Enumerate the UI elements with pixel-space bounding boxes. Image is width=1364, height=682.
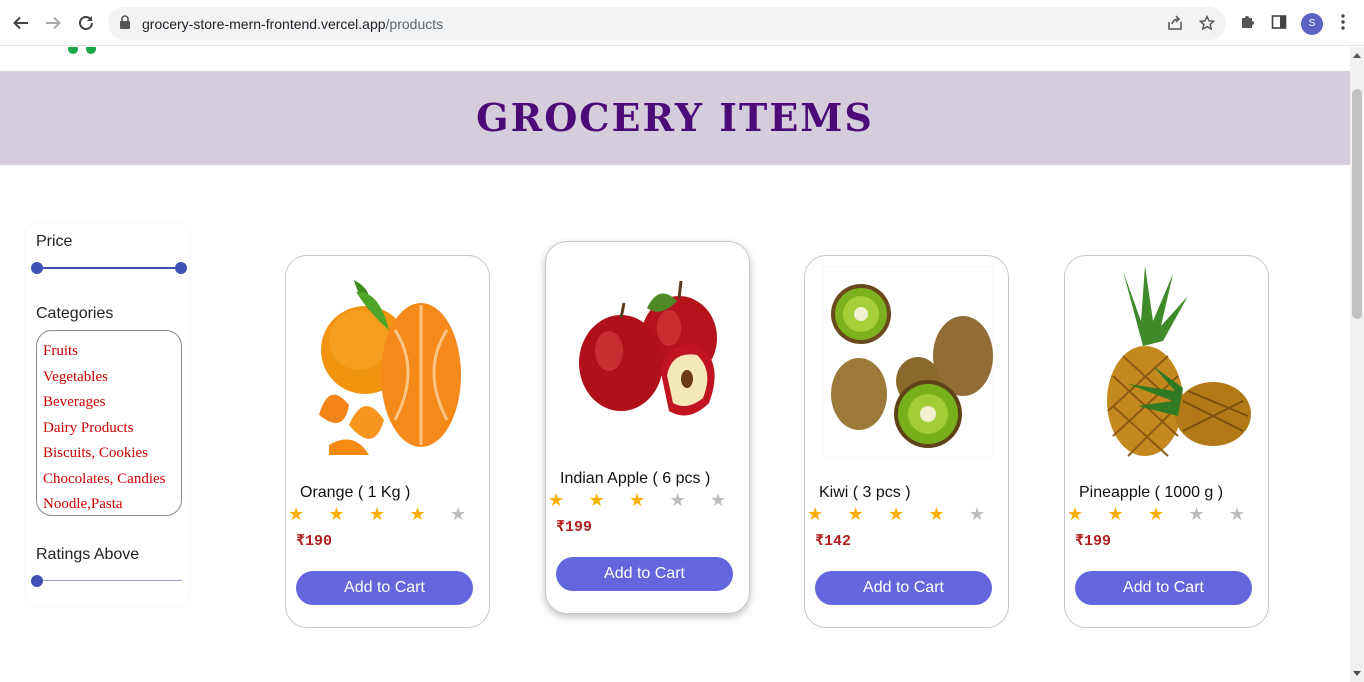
star-filled-icon: ★ (1067, 504, 1084, 524)
url-text: grocery-store-mern-frontend.vercel.app/p… (142, 16, 444, 32)
lock-icon (120, 15, 130, 34)
extensions-puzzle-icon[interactable] (1239, 14, 1255, 35)
category-item-fruits[interactable]: Fruits (43, 339, 181, 365)
ratings-thumb[interactable] (31, 575, 43, 587)
star-filled-icon: ★ (588, 490, 605, 510)
star-filled-icon: ★ (847, 504, 864, 524)
menu-kebab-icon[interactable] (1340, 14, 1346, 35)
back-arrow-icon[interactable] (11, 13, 31, 33)
product-name: Indian Apple ( 6 pcs ) (560, 470, 711, 487)
page-banner: GROCERY ITEMS (0, 71, 1350, 165)
add-to-cart-button[interactable]: Add to Cart (556, 557, 733, 591)
product-name: Orange ( 1 Kg ) (300, 484, 411, 501)
star-filled-icon: ★ (1148, 504, 1165, 524)
scroll-down-arrow-icon[interactable] (1353, 671, 1361, 676)
scroll-up-arrow-icon[interactable] (1353, 53, 1361, 58)
profile-avatar[interactable]: S (1301, 13, 1323, 35)
star-filled-icon: ★ (548, 490, 565, 510)
star-filled-icon: ★ (409, 504, 426, 524)
forward-arrow-icon[interactable] (43, 13, 63, 33)
price-max-thumb[interactable] (175, 262, 187, 274)
star-filled-icon: ★ (629, 490, 646, 510)
browser-toolbar: grocery-store-mern-frontend.vercel.app/p… (0, 0, 1364, 46)
star-filled-icon: ★ (928, 504, 945, 524)
categories-filter-label: Categories (36, 305, 114, 322)
reload-icon[interactable] (76, 13, 96, 33)
rating-stars: ★ ★ ★ ★ ★ (1067, 504, 1270, 524)
star-empty-icon: ★ (1229, 504, 1246, 524)
add-to-cart-button[interactable]: Add to Cart (815, 571, 992, 605)
product-name: Kiwi ( 3 pcs ) (819, 484, 911, 501)
star-filled-icon: ★ (1107, 504, 1124, 524)
pineapple-image[interactable] (1083, 266, 1253, 458)
product-price: ₹190 (296, 533, 333, 550)
price-filter-label: Price (36, 233, 73, 250)
bookmark-star-icon[interactable] (1198, 14, 1216, 36)
category-item-beverages[interactable]: Beverages (43, 390, 181, 416)
product-card[interactable]: Indian Apple ( 6 pcs ) ★ ★ ★ ★ ★ ₹199 Add to… (545, 241, 750, 614)
filter-panel: Price Categories Fruits Vegetables Bever… (26, 223, 189, 606)
address-bar[interactable]: grocery-store-mern-frontend.vercel.app/p… (108, 7, 1226, 40)
star-empty-icon: ★ (969, 504, 986, 524)
scrollbar-thumb[interactable] (1352, 89, 1362, 319)
page-scrollbar[interactable] (1350, 47, 1364, 682)
page-title: GROCERY ITEMS (476, 95, 874, 140)
star-empty-icon: ★ (450, 504, 467, 524)
kiwi-image[interactable] (823, 266, 993, 458)
ratings-slider[interactable] (31, 575, 182, 587)
star-empty-icon: ★ (1188, 504, 1205, 524)
product-card[interactable]: Pineapple ( 1000 g ) ★ ★ ★ ★ ★ ₹199 Add to C… (1064, 255, 1269, 628)
add-to-cart-button[interactable]: Add to Cart (296, 571, 473, 605)
price-range-slider[interactable] (31, 262, 187, 274)
star-filled-icon: ★ (328, 504, 345, 524)
category-item-noodles[interactable]: Noodle,Pasta (43, 492, 181, 518)
product-price: ₹199 (1075, 533, 1112, 550)
product-card[interactable]: Orange ( 1 Kg ) ★ ★ ★ ★ ★ ₹190 Add to Cart (285, 255, 490, 628)
product-price: ₹142 (815, 533, 852, 550)
share-icon[interactable] (1167, 15, 1183, 36)
rating-stars: ★ ★ ★ ★ ★ (548, 490, 751, 510)
apple-image[interactable] (564, 252, 734, 444)
star-filled-icon: ★ (888, 504, 905, 524)
orange-image[interactable] (304, 266, 474, 458)
page-content: GROCERY ITEMS Price Categories Fruits Ve… (0, 47, 1350, 682)
category-item-dairy[interactable]: Dairy Products (43, 416, 181, 442)
category-item-vegetables[interactable]: Vegetables (43, 365, 181, 391)
star-empty-icon: ★ (669, 490, 686, 510)
product-price: ₹199 (556, 519, 593, 536)
ratings-filter-label: Ratings Above (36, 546, 140, 563)
product-name: Pineapple ( 1000 g ) (1079, 484, 1224, 501)
category-item-biscuits[interactable]: Biscuits, Cookies (43, 441, 181, 467)
star-empty-icon: ★ (710, 490, 727, 510)
rating-stars: ★ ★ ★ ★ ★ (807, 504, 1010, 524)
rating-stars: ★ ★ ★ ★ ★ (288, 504, 491, 524)
product-card[interactable]: Kiwi ( 3 pcs ) ★ ★ ★ ★ ★ ₹142 Add to Cart (804, 255, 1009, 628)
star-filled-icon: ★ (288, 504, 305, 524)
side-panel-icon[interactable] (1271, 14, 1287, 35)
star-filled-icon: ★ (369, 504, 386, 524)
category-item-chocolates[interactable]: Chocolates, Candies (43, 467, 181, 493)
price-min-thumb[interactable] (31, 262, 43, 274)
star-filled-icon: ★ (807, 504, 824, 524)
add-to-cart-button[interactable]: Add to Cart (1075, 571, 1252, 605)
logo-icon[interactable] (68, 47, 104, 59)
categories-list: Fruits Vegetables Beverages Dairy Produc… (36, 330, 182, 516)
